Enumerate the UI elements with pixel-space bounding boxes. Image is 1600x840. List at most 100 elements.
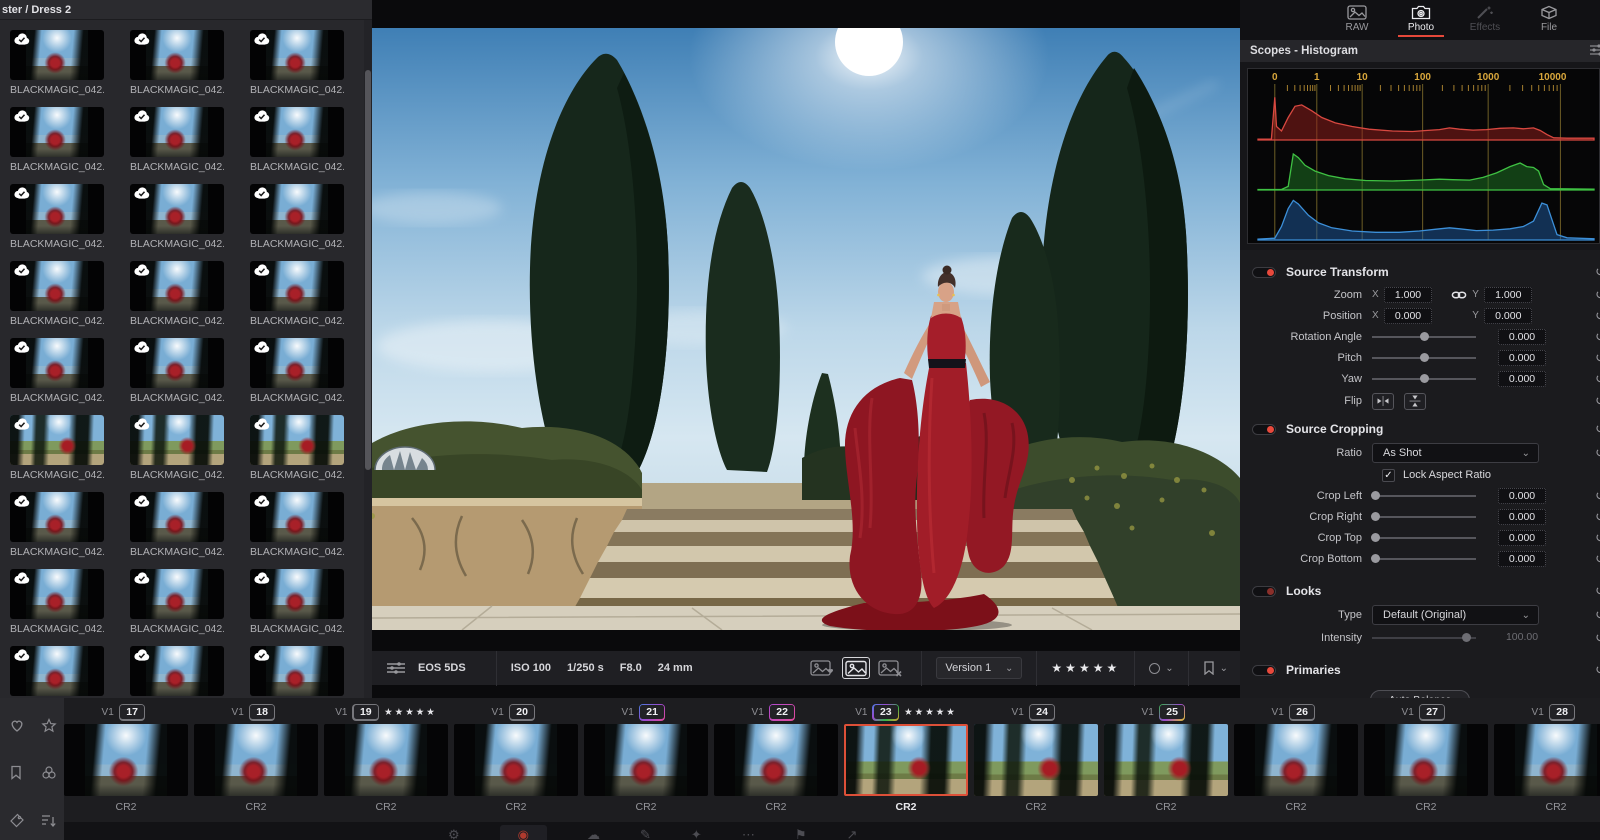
crop-left-field[interactable]: 0.000	[1498, 488, 1546, 504]
thumbnail-image[interactable]	[10, 184, 104, 234]
thumbnail-image[interactable]	[130, 261, 224, 311]
scope-settings-icon[interactable]	[1589, 43, 1600, 60]
thumbnail-image[interactable]	[10, 261, 104, 311]
sort-icon[interactable]	[41, 813, 57, 840]
reset-icon[interactable]: ↺	[1595, 350, 1600, 366]
grid-thumbnail-item[interactable]: BLACKMAGIC_042...	[250, 415, 344, 492]
reset-icon[interactable]: ↺	[1595, 445, 1600, 461]
image-view-icon[interactable]	[842, 657, 870, 679]
image-heart-icon[interactable]	[808, 657, 836, 679]
thumbnail-image[interactable]	[10, 30, 104, 80]
pitch-field[interactable]: 0.000	[1498, 350, 1546, 366]
grid-thumbnail-item[interactable]: BLACKMAGIC_042...	[250, 569, 344, 646]
grid-thumbnail-item[interactable]: BLACKMAGIC_042...	[10, 415, 104, 492]
filmstrip-thumbnail[interactable]	[974, 724, 1098, 796]
version-dropdown[interactable]: Version 1 ⌄	[936, 657, 1022, 679]
heart-icon[interactable]	[9, 718, 25, 745]
tag-icon[interactable]	[9, 813, 25, 840]
thumbnail-image[interactable]	[130, 338, 224, 388]
auto-balance-button[interactable]: Auto Balance	[1370, 690, 1470, 698]
intensity-field[interactable]: 100.00	[1498, 630, 1546, 646]
bottom-toolbar-icon[interactable]: ◉	[500, 825, 547, 840]
thumbnail-image[interactable]	[130, 646, 224, 696]
looks-toggle[interactable]	[1252, 586, 1276, 597]
adjustments-icon[interactable]	[386, 661, 406, 675]
thumbnail-image[interactable]	[10, 107, 104, 157]
crop-top-slider[interactable]	[1372, 532, 1476, 544]
filmstrip-item[interactable]: V1 21 CR2	[584, 702, 708, 813]
crop-bottom-field[interactable]: 0.000	[1498, 551, 1546, 567]
filmstrip-thumbnail[interactable]	[1104, 724, 1228, 796]
bottom-toolbar-icon[interactable]: ⚙	[448, 827, 460, 840]
reset-icon[interactable]: ↺	[1595, 662, 1600, 678]
filmstrip-item[interactable]: V1 25 CR2	[1104, 702, 1228, 813]
grid-thumbnail-item[interactable]: BLACKMAGIC_042...	[10, 492, 104, 569]
filmstrip-thumbnail[interactable]	[64, 724, 188, 796]
filmstrip-thumbnail[interactable]	[1494, 724, 1600, 796]
thumbnail-image[interactable]	[10, 646, 104, 696]
yaw-field[interactable]: 0.000	[1498, 371, 1546, 387]
lock-aspect-checkbox[interactable]: ✓	[1382, 469, 1395, 482]
bottom-toolbar-icon[interactable]: ✦	[691, 827, 702, 840]
image-reject-icon[interactable]	[876, 657, 904, 679]
filmstrip-item[interactable]: V1 26 CR2	[1234, 702, 1358, 813]
thumbnail-image[interactable]	[130, 569, 224, 619]
grid-thumbnail-item[interactable]: BLACKMAGIC_042...	[250, 107, 344, 184]
filmstrip-thumbnail[interactable]	[194, 724, 318, 796]
grid-thumbnail-item[interactable]: BLACKMAGIC_042...	[10, 107, 104, 184]
source-transform-toggle[interactable]	[1252, 267, 1276, 278]
thumbnail-image[interactable]	[250, 338, 344, 388]
reset-icon[interactable]: ↺	[1595, 509, 1600, 525]
reset-icon[interactable]: ↺	[1595, 393, 1600, 409]
flag-dropdown[interactable]: ⌄	[1203, 661, 1228, 675]
grid-thumbnail-item[interactable]: BLACKMAGIC_042...	[130, 30, 224, 107]
reset-icon[interactable]: ↺	[1595, 287, 1600, 303]
scrollbar-thumb[interactable]	[365, 70, 371, 470]
filmstrip-item[interactable]: V1 20 CR2	[454, 702, 578, 813]
grid-thumbnail-item[interactable]: BLACKMAGIC_042...	[250, 30, 344, 107]
filmstrip-thumbnail[interactable]	[714, 724, 838, 796]
look-type-dropdown[interactable]: Default (Original) ⌄	[1372, 605, 1539, 625]
filmstrip-thumbnail[interactable]	[324, 724, 448, 796]
grid-thumbnail-item[interactable]: BLACKMAGIC_042...	[10, 646, 104, 698]
position-y-field[interactable]: 0.000	[1484, 308, 1532, 324]
grid-thumbnail-item[interactable]: BLACKMAGIC_042...	[130, 338, 224, 415]
pitch-slider[interactable]	[1372, 352, 1476, 364]
reset-icon[interactable]: ↺	[1595, 371, 1600, 387]
thumbnail-image[interactable]	[250, 415, 344, 465]
browser-scrollbar[interactable]	[364, 20, 372, 698]
grid-thumbnail-item[interactable]: BLACKMAGIC_042...	[130, 569, 224, 646]
reset-icon[interactable]: ↺	[1595, 583, 1600, 599]
grid-thumbnail-item[interactable]: BLACKMAGIC_042...	[10, 338, 104, 415]
thumbnail-image[interactable]	[130, 415, 224, 465]
reset-icon[interactable]: ↺	[1595, 308, 1600, 324]
reset-icon[interactable]: ↺	[1595, 630, 1600, 646]
grid-thumbnail-item[interactable]: BLACKMAGIC_042...	[130, 492, 224, 569]
filmstrip-item[interactable]: V1 18 CR2	[194, 702, 318, 813]
rating-stars[interactable]: ★★★★★	[1051, 661, 1120, 675]
tab-effects[interactable]: Effects	[1460, 0, 1510, 40]
reset-icon[interactable]: ↺	[1595, 488, 1600, 504]
filmstrip-thumbnail[interactable]	[584, 724, 708, 796]
reset-icon[interactable]: ↺	[1595, 530, 1600, 546]
zoom-x-field[interactable]: 1.000	[1384, 287, 1432, 303]
tab-raw[interactable]: RAW	[1332, 0, 1382, 40]
position-x-field[interactable]: 0.000	[1384, 308, 1432, 324]
bookmark-icon[interactable]	[9, 765, 25, 792]
thumbnail-image[interactable]	[130, 492, 224, 542]
thumbnail-image[interactable]	[130, 107, 224, 157]
bottom-toolbar-icon[interactable]: ⚑	[795, 827, 807, 840]
crop-right-field[interactable]: 0.000	[1498, 509, 1546, 525]
primaries-toggle[interactable]	[1252, 665, 1276, 676]
link-icon[interactable]	[1451, 290, 1467, 300]
bottom-toolbar-icon[interactable]: ↗	[846, 827, 857, 840]
grid-thumbnail-item[interactable]: BLACKMAGIC_042...	[10, 569, 104, 646]
grid-thumbnail-item[interactable]: BLACKMAGIC_042...	[250, 338, 344, 415]
thumbnail-image[interactable]	[10, 569, 104, 619]
intensity-slider[interactable]	[1372, 632, 1476, 644]
reset-icon[interactable]: ↺	[1595, 551, 1600, 567]
thumbnail-image[interactable]	[250, 30, 344, 80]
crop-right-slider[interactable]	[1372, 511, 1476, 523]
grid-thumbnail-item[interactable]: BLACKMAGIC_042...	[10, 184, 104, 261]
ratio-dropdown[interactable]: As Shot ⌄	[1372, 443, 1539, 463]
